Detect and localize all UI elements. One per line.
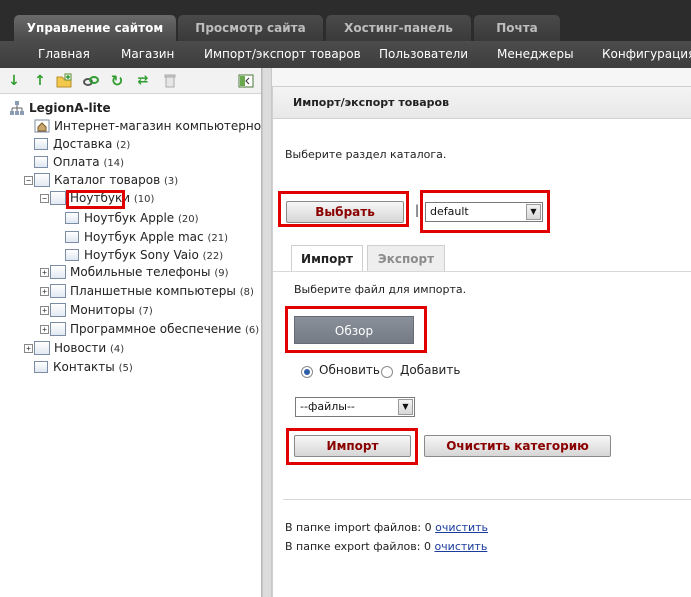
expand-toggle-icon[interactable]: +	[40, 306, 49, 315]
arrow-down-icon[interactable]: ↓	[6, 73, 22, 89]
menu-home[interactable]: Главная	[38, 41, 90, 68]
tab-site-view[interactable]: Просмотр сайта	[178, 15, 323, 41]
link-icon[interactable]	[83, 73, 99, 89]
expand-toggle-icon[interactable]: +	[24, 344, 33, 353]
tree-item-apple-mac-laptop[interactable]: Ноутбук Apple mac (21)	[65, 228, 228, 246]
folder-icon	[50, 190, 66, 205]
tree-item-apple-laptop[interactable]: Ноутбук Apple (20)	[65, 209, 199, 227]
folder-icon	[34, 172, 50, 187]
tab-divider	[273, 271, 691, 272]
files-select[interactable]: --файлы-- ▼	[295, 397, 415, 417]
expand-toggle-icon[interactable]: +	[40, 325, 49, 334]
tree-toolbar: ↓ ↑ ↻ ⇄	[0, 68, 261, 94]
main-menu: Главная Магазин Импорт/экспорт товаров П…	[0, 41, 691, 68]
import-folder-status: В папке import файлов: 0 очистить	[285, 521, 489, 534]
tab-hosting-panel[interactable]: Хостинг-панель	[326, 15, 471, 41]
page-icon	[34, 155, 48, 168]
collapse-toggle-icon[interactable]: −	[40, 194, 49, 203]
expand-toggle-icon[interactable]: +	[40, 268, 49, 277]
page-icon	[65, 248, 79, 261]
menu-managers[interactable]: Менеджеры	[497, 41, 574, 68]
radio-add-label: Добавить	[400, 363, 461, 377]
tree-item-mobile-phones[interactable]: Мобильные телефоны (9)	[50, 263, 229, 281]
page-icon	[34, 137, 48, 150]
menu-import-export[interactable]: Импорт/экспорт товаров	[204, 41, 361, 68]
choose-section-text: Выберите раздел каталога.	[285, 148, 447, 161]
clear-category-button[interactable]: Очистить категорию	[424, 435, 611, 457]
radio-update[interactable]	[301, 366, 313, 378]
menu-configuration[interactable]: Конфигурация	[602, 41, 691, 68]
tab-import[interactable]: Импорт	[291, 245, 363, 271]
refresh-icon[interactable]: ↻	[109, 73, 125, 89]
collapse-toggle-icon[interactable]: −	[24, 176, 33, 185]
tree-panel: ↓ ↑ ↻ ⇄ LegionA-lite Интернет-магазин ко…	[0, 68, 262, 597]
shuffle-icon[interactable]: ⇄	[135, 73, 151, 89]
folder-icon	[50, 283, 66, 298]
radio-add[interactable]	[381, 366, 393, 378]
highlight-laptops	[66, 190, 125, 209]
collapse-panel-icon[interactable]	[238, 73, 254, 89]
tab-mail[interactable]: Почта	[474, 15, 560, 41]
choose-file-text: Выберите файл для импорта.	[294, 283, 467, 296]
page-icon	[65, 230, 79, 243]
top-tab-bar: Управление сайтом Просмотр сайта Хостинг…	[0, 0, 691, 41]
tab-site-management[interactable]: Управление сайтом	[14, 15, 176, 41]
trash-icon[interactable]	[162, 73, 178, 89]
select-button[interactable]: Выбрать	[286, 201, 404, 223]
chevron-down-icon: ▼	[398, 399, 413, 415]
browse-button[interactable]: Обзор	[294, 316, 414, 344]
folder-icon	[50, 264, 66, 279]
clear-import-link[interactable]: очистить	[435, 521, 488, 534]
tree-item-monitors[interactable]: Мониторы (7)	[50, 301, 153, 319]
tree-item-software[interactable]: Программное обеспечение (6)	[50, 320, 259, 338]
arrow-up-icon[interactable]: ↑	[32, 73, 48, 89]
folder-icon	[50, 302, 66, 317]
chevron-down-icon: ▼	[526, 204, 541, 220]
tree-item-catalog[interactable]: Каталог товаров (3)	[34, 171, 178, 189]
tree-item-tablets[interactable]: Планшетные компьютеры (8)	[50, 282, 254, 300]
panel-title: Импорт/экспорт товаров	[273, 87, 691, 119]
tree-item-contacts[interactable]: Контакты (5)	[34, 358, 133, 376]
radio-update-label: Обновить	[319, 363, 380, 377]
tree-item-shop-page[interactable]: Интернет-магазин компьютерной те	[34, 117, 261, 135]
clear-export-link[interactable]: очистить	[434, 540, 487, 553]
sitemap-icon	[9, 100, 25, 115]
tab-export[interactable]: Экспорт	[367, 245, 445, 271]
add-folder-icon[interactable]	[56, 73, 72, 89]
folder-icon	[50, 321, 66, 336]
page-icon	[65, 211, 79, 224]
export-folder-status: В папке export файлов: 0 очистить	[285, 540, 488, 553]
home-page-icon	[34, 119, 50, 133]
separator: |	[415, 203, 420, 217]
folder-icon	[34, 340, 50, 355]
import-export-panel: Импорт/экспорт товаров Выберите раздел к…	[272, 86, 691, 597]
tree-root[interactable]: LegionA-lite	[9, 99, 111, 117]
menu-shop[interactable]: Магазин	[121, 41, 174, 68]
catalog-select[interactable]: default ▼	[425, 202, 543, 222]
tree-item-news[interactable]: Новости (4)	[34, 339, 124, 357]
page-icon	[34, 360, 48, 373]
expand-toggle-icon[interactable]: +	[40, 287, 49, 296]
footer-divider	[283, 499, 691, 500]
tree-item-payment[interactable]: Оплата (14)	[34, 153, 124, 171]
content-area: Импорт/экспорт товаров Выберите раздел к…	[272, 68, 691, 597]
menu-users[interactable]: Пользователи	[379, 41, 468, 68]
tree-item-sony-vaio[interactable]: Ноутбук Sony Vaio (22)	[65, 246, 223, 264]
import-button[interactable]: Импорт	[294, 435, 411, 457]
panel-splitter[interactable]	[262, 68, 272, 597]
tree-item-delivery[interactable]: Доставка (2)	[34, 135, 130, 153]
